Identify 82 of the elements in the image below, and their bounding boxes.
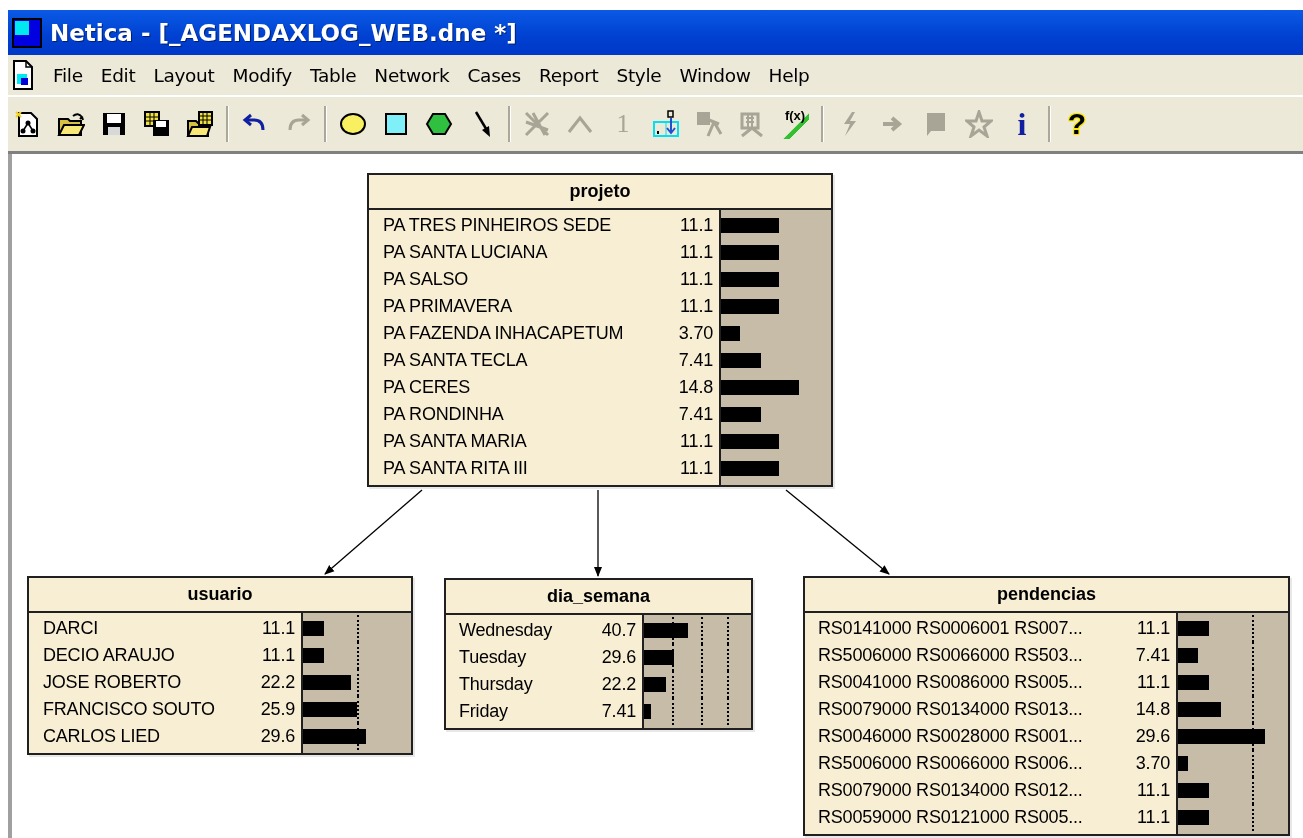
probability-value: 29.6	[600, 647, 637, 668]
menu-item[interactable]: File	[44, 64, 92, 86]
function-icon[interactable]: f(x)	[781, 109, 809, 139]
probability-value: 29.6	[259, 726, 296, 747]
state-label: CARLOS LIED	[42, 726, 161, 747]
state-label: PA PRIMAVERA	[382, 296, 513, 317]
state-label: DARCI	[42, 618, 99, 639]
help-icon[interactable]: ?	[1063, 110, 1091, 138]
probability-value: 3.70	[1134, 753, 1171, 774]
probability-value: 7.41	[677, 350, 714, 371]
state-label: FRANCISCO SOUTO	[42, 699, 216, 720]
node-card[interactable]: dia_semana Wednesday 40.7 Tuesday 29.6 Thursday 22.2 Friday 7.41	[444, 578, 753, 730]
menu-item[interactable]: Modify	[223, 64, 301, 86]
probability-value: 40.7	[600, 620, 637, 641]
probability-value: 11.1	[679, 269, 714, 290]
state-label: PA SANTA TECLA	[382, 350, 529, 371]
menu-item[interactable]: Cases	[458, 64, 530, 86]
menu-item[interactable]: Network	[365, 64, 459, 86]
state-label: Wednesday	[458, 620, 553, 641]
probability-value: 11.1	[1136, 618, 1171, 639]
state-label: PA TRES PINHEIROS SEDE	[382, 215, 612, 236]
node-card[interactable]	[803, 576, 1290, 836]
state-label: Friday	[458, 701, 509, 722]
document-icon[interactable]	[12, 59, 34, 91]
menu-item[interactable]: Help	[759, 64, 819, 86]
open-folder-icon[interactable]	[57, 110, 85, 138]
state-label: RS0041000 RS0086000 RS005...	[817, 672, 1084, 693]
state-label: RS5006000 RS0066000 RS006...	[817, 753, 1084, 774]
state-label: RS0046000 RS0028000 RS001...	[817, 726, 1084, 747]
table-down-arrow-icon[interactable]	[652, 110, 680, 138]
state-label: DECIO ARAUJO	[42, 645, 176, 666]
state-label: RS0059000 RS0121000 RS005...	[817, 807, 1084, 828]
node-card[interactable]	[367, 173, 833, 487]
ellipse-icon[interactable]	[339, 110, 367, 138]
folder-grid-icon[interactable]	[186, 110, 214, 138]
probability-value: 7.41	[600, 701, 637, 722]
probability-value: 29.6	[1134, 726, 1171, 747]
hexagon-icon[interactable]	[425, 110, 453, 138]
probability-value: 11.1	[1136, 807, 1171, 828]
menu-item[interactable]: Window	[670, 64, 760, 86]
probability-value: 11.1	[261, 645, 296, 666]
probability-value: 22.2	[259, 672, 296, 693]
probability-value: 11.1	[1136, 672, 1171, 693]
probability-value: 7.41	[1134, 645, 1171, 666]
probability-value: 11.1	[679, 458, 714, 479]
floppy-grid-icon[interactable]	[143, 110, 171, 138]
probability-value: 11.1	[679, 242, 714, 263]
probability-value: 11.1	[261, 618, 296, 639]
state-label: RS0141000 RS0006001 RS007...	[817, 618, 1084, 639]
state-label: RS5006000 RS0066000 RS503...	[817, 645, 1084, 666]
state-label: PA SALSO	[382, 269, 470, 290]
menu-item[interactable]: Report	[529, 64, 608, 86]
probability-value: 7.41	[677, 404, 714, 425]
probability-value: 11.1	[679, 431, 714, 452]
state-label: PA CERES	[382, 377, 472, 398]
state-label: PA SANTA MARIA	[382, 431, 528, 452]
probability-value: 11.1	[1136, 780, 1171, 801]
probability-value: 22.2	[600, 674, 637, 695]
app-icon	[12, 17, 42, 48]
info-icon[interactable]: i	[1008, 110, 1036, 138]
probability-value: 14.8	[677, 377, 714, 398]
probability-value: 3.70	[677, 323, 714, 344]
state-label: RS0079000 RS0134000 RS012...	[817, 780, 1084, 801]
state-label: Tuesday	[458, 647, 527, 668]
state-label: PA SANTA RITA III	[382, 458, 529, 479]
node-card[interactable]: usuario DARCI 11.1 DECIO ARAUJO 11.1 JOSE ROBERTO 22.2 FRANCISCO SOUTO 25.9 CARLOS LIED 29.6	[27, 576, 413, 755]
menu-item[interactable]: Table	[301, 64, 366, 86]
window-title: Netica - [_AGENDAXLOG_WEB.dne *]	[50, 19, 517, 46]
menu-item[interactable]: Layout	[144, 64, 224, 86]
state-label: JOSE ROBERTO	[42, 672, 182, 693]
state-label: PA FAZENDA INHACAPETUM	[382, 323, 625, 344]
state-label: PA SANTA LUCIANA	[382, 242, 549, 263]
menu-item[interactable]: Style	[607, 64, 671, 86]
state-label: PA RONDINHA	[382, 404, 505, 425]
probability-value: 11.1	[679, 215, 714, 236]
square-icon[interactable]	[382, 110, 410, 138]
menu-item[interactable]: Edit	[91, 64, 145, 86]
probability-value: 14.8	[1134, 699, 1171, 720]
state-label: RS0079000 RS0134000 RS013...	[817, 699, 1084, 720]
probability-value: 25.9	[259, 699, 296, 720]
probability-value: 11.1	[679, 296, 714, 317]
state-label: Thursday	[458, 674, 534, 695]
